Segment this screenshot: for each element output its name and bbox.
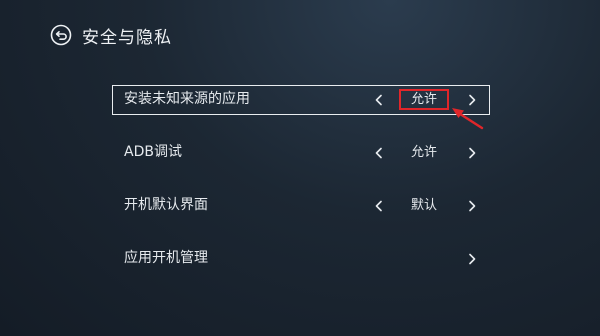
settings-list: 安装未知来源的应用 允许 ADB调试 允许 开机默认界面 默认 应用开机管理 xyxy=(112,85,490,297)
setting-value: 允许 xyxy=(410,145,437,160)
chevron-left-icon[interactable] xyxy=(373,147,385,159)
chevron-left-icon[interactable] xyxy=(373,94,385,106)
setting-row-boot-default-screen[interactable]: 开机默认界面 默认 xyxy=(112,191,490,221)
setting-row-app-boot-management[interactable]: 应用开机管理 xyxy=(112,244,490,274)
chevron-right-icon[interactable] xyxy=(466,147,478,159)
setting-row-adb-debugging[interactable]: ADB调试 允许 xyxy=(112,138,490,168)
setting-label: ADB调试 xyxy=(124,144,182,160)
red-pointer-arrow-icon xyxy=(452,108,484,130)
chevron-right-icon[interactable] xyxy=(466,253,478,265)
setting-label: 安装未知来源的应用 xyxy=(124,91,250,107)
setting-row-install-unknown-apps[interactable]: 安装未知来源的应用 允许 xyxy=(112,85,490,115)
setting-label: 应用开机管理 xyxy=(124,250,208,266)
setting-value: 允许 xyxy=(399,89,449,110)
setting-value: 默认 xyxy=(410,198,437,213)
setting-label: 开机默认界面 xyxy=(124,197,208,213)
back-arrow-circle-icon[interactable] xyxy=(50,24,72,46)
chevron-right-icon[interactable] xyxy=(466,200,478,212)
chevron-left-icon[interactable] xyxy=(373,200,385,212)
page-header: 安全与隐私 xyxy=(50,21,172,49)
page-title: 安全与隐私 xyxy=(82,27,172,48)
